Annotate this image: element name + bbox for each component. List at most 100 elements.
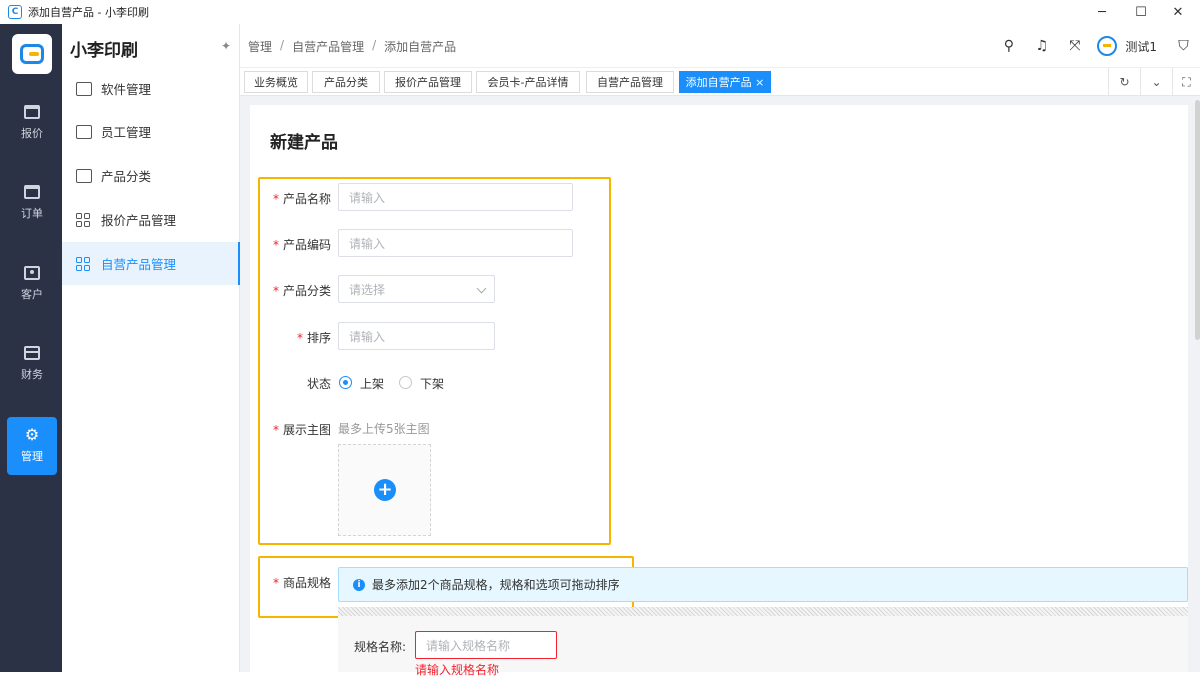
sort-input[interactable]: 请输入	[338, 322, 495, 350]
required-mark: *	[296, 331, 303, 345]
sidebar-item-quote-products[interactable]: 报价产品管理	[62, 198, 240, 241]
gear-icon: ⚙	[24, 425, 40, 444]
required-mark: *	[272, 238, 279, 252]
breadcrumb-item: 添加自营产品	[384, 40, 457, 54]
status-option-on[interactable]: 上架	[360, 375, 384, 392]
refresh-icon[interactable]: ↻	[1108, 68, 1140, 96]
sidebar-item-label: 自营产品管理	[101, 257, 177, 272]
status-label: 状态	[306, 377, 331, 391]
product-name-label: * 产品名称	[262, 190, 331, 207]
user-name[interactable]: 测试1	[1125, 38, 1157, 55]
status-radio-off[interactable]	[399, 376, 412, 389]
tab-overview[interactable]: 业务概览	[244, 71, 308, 93]
chevron-down-icon[interactable]: ⌄	[1140, 68, 1172, 96]
field-label: 排序	[306, 331, 331, 345]
image-upload-area[interactable]: +	[338, 444, 431, 536]
clipboard-icon	[24, 185, 40, 199]
sidebar-title: 小李印刷	[70, 41, 138, 61]
brand-logo-icon	[20, 44, 44, 64]
calendar-icon	[24, 105, 40, 119]
search-icon[interactable]: ⚲	[992, 24, 1025, 68]
sidebar-item-categories[interactable]: 产品分类	[62, 154, 240, 197]
main-nav-rail: 报价 订单 客户 财务 ⚙ 管理	[0, 24, 62, 672]
rail-item-manage[interactable]: ⚙ 管理	[7, 417, 57, 475]
product-category-label: * 产品分类	[262, 282, 331, 299]
breadcrumb-item[interactable]: 自营产品管理	[292, 38, 364, 55]
spec-info-text: 最多添加2个商品规格，规格和选项可拖动排序	[372, 578, 620, 592]
window-titlebar: C 添加自营产品 - 小李印刷	[0, 0, 1200, 24]
top-header: 管理 / 自营产品管理 / 添加自营产品 ⚲ ♫ ⤧ 测试1 ⛉	[240, 24, 1200, 68]
breadcrumb-separator: /	[280, 38, 285, 52]
status-option-off[interactable]: 下架	[420, 375, 444, 392]
breadcrumb: 管理 / 自营产品管理 / 添加自营产品	[248, 38, 456, 55]
rail-item-orders[interactable]: 订单	[7, 174, 57, 232]
rail-item-label: 订单	[21, 207, 43, 220]
product-code-input[interactable]: 请输入	[338, 229, 573, 257]
rail-item-finance[interactable]: 财务	[7, 335, 57, 393]
person-card-icon	[24, 266, 40, 280]
tabs-bar: 业务概览 产品分类 报价产品管理 会员卡-产品详情 自营产品管理 添加自营产品 …	[240, 68, 1200, 96]
avatar[interactable]	[1097, 36, 1118, 56]
sub-sidebar: 小李印刷 ✦ 软件管理 员工管理 产品分类 报价产品管理 自营产品管理	[62, 24, 240, 672]
spec-name-input[interactable]: 请输入规格名称	[415, 631, 557, 659]
spec-name-error: 请输入规格名称	[415, 663, 500, 677]
tab-self-products[interactable]: 自营产品管理	[586, 71, 674, 93]
expand-icon[interactable]: ⛶	[1172, 68, 1200, 96]
wallet-icon	[24, 346, 40, 360]
field-label: 产品名称	[282, 192, 331, 206]
pin-icon[interactable]: ✦	[221, 39, 231, 53]
rail-item-label: 报价	[21, 127, 43, 140]
header-tools: ⚲ ♫ ⤧ 测试1 ⛉	[992, 24, 1200, 68]
info-icon: i	[353, 578, 365, 591]
field-label: 产品编码	[282, 238, 331, 252]
shirt-icon[interactable]: ⛉	[1167, 24, 1200, 68]
scrollbar-thumb[interactable]	[1195, 100, 1200, 340]
select-placeholder: 请选择	[349, 282, 386, 297]
id-card-icon	[76, 124, 92, 139]
spec-label: * 商品规格	[262, 574, 331, 591]
sidebar-item-label: 员工管理	[101, 125, 152, 140]
required-mark: *	[272, 576, 279, 590]
fullscreen-icon[interactable]: ⤧	[1058, 24, 1091, 68]
required-mark: *	[272, 284, 279, 298]
spec-info-alert: i 最多添加2个商品规格，规格和选项可拖动排序	[338, 567, 1188, 602]
sidebar-item-software[interactable]: 软件管理	[62, 67, 240, 110]
product-name-input[interactable]: 请输入	[338, 183, 573, 211]
close-button[interactable]: ✕	[1156, 0, 1200, 24]
sidebar-item-label: 软件管理	[101, 82, 152, 97]
minimize-button[interactable]: ─	[1080, 0, 1124, 24]
tab-member-card[interactable]: 会员卡-产品详情	[476, 71, 580, 93]
rail-item-quote[interactable]: 报价	[7, 94, 57, 152]
status-radio-on[interactable]	[339, 376, 352, 389]
field-label: 产品分类	[282, 284, 331, 298]
page-title: 新建产品	[270, 133, 338, 153]
list-icon	[76, 168, 92, 183]
sort-label: * 排序	[262, 329, 331, 346]
rail-item-label: 财务	[21, 368, 43, 381]
product-code-label: * 产品编码	[262, 236, 331, 253]
spec-name-label: 规格名称:	[354, 640, 407, 654]
required-mark: *	[272, 192, 279, 206]
tab-categories[interactable]: 产品分类	[312, 71, 380, 93]
code-window-icon	[76, 81, 92, 96]
plus-icon[interactable]: +	[374, 479, 396, 501]
sidebar-item-label: 报价产品管理	[101, 213, 177, 228]
grid-icon	[76, 212, 92, 227]
sidebar-item-label: 产品分类	[101, 169, 152, 184]
rail-item-customers[interactable]: 客户	[7, 255, 57, 313]
drag-handle[interactable]	[338, 607, 1188, 616]
rail-item-label: 客户	[21, 288, 43, 301]
required-mark: *	[272, 423, 279, 437]
tab-quote-products[interactable]: 报价产品管理	[384, 71, 472, 93]
bell-icon[interactable]: ♫	[1025, 24, 1058, 68]
chevron-down-icon	[476, 283, 487, 294]
grid-icon	[76, 256, 92, 271]
breadcrumb-separator: /	[372, 38, 377, 52]
sidebar-item-staff[interactable]: 员工管理	[62, 110, 240, 153]
app-logo-icon: C	[8, 5, 22, 19]
sidebar-item-self-products[interactable]: 自营产品管理	[62, 242, 240, 285]
brand-logo	[12, 34, 52, 74]
breadcrumb-item[interactable]: 管理	[248, 38, 272, 55]
tab-add-self-product[interactable]: 添加自营产品 ×	[679, 71, 771, 93]
product-category-select[interactable]: 请选择	[338, 275, 495, 303]
